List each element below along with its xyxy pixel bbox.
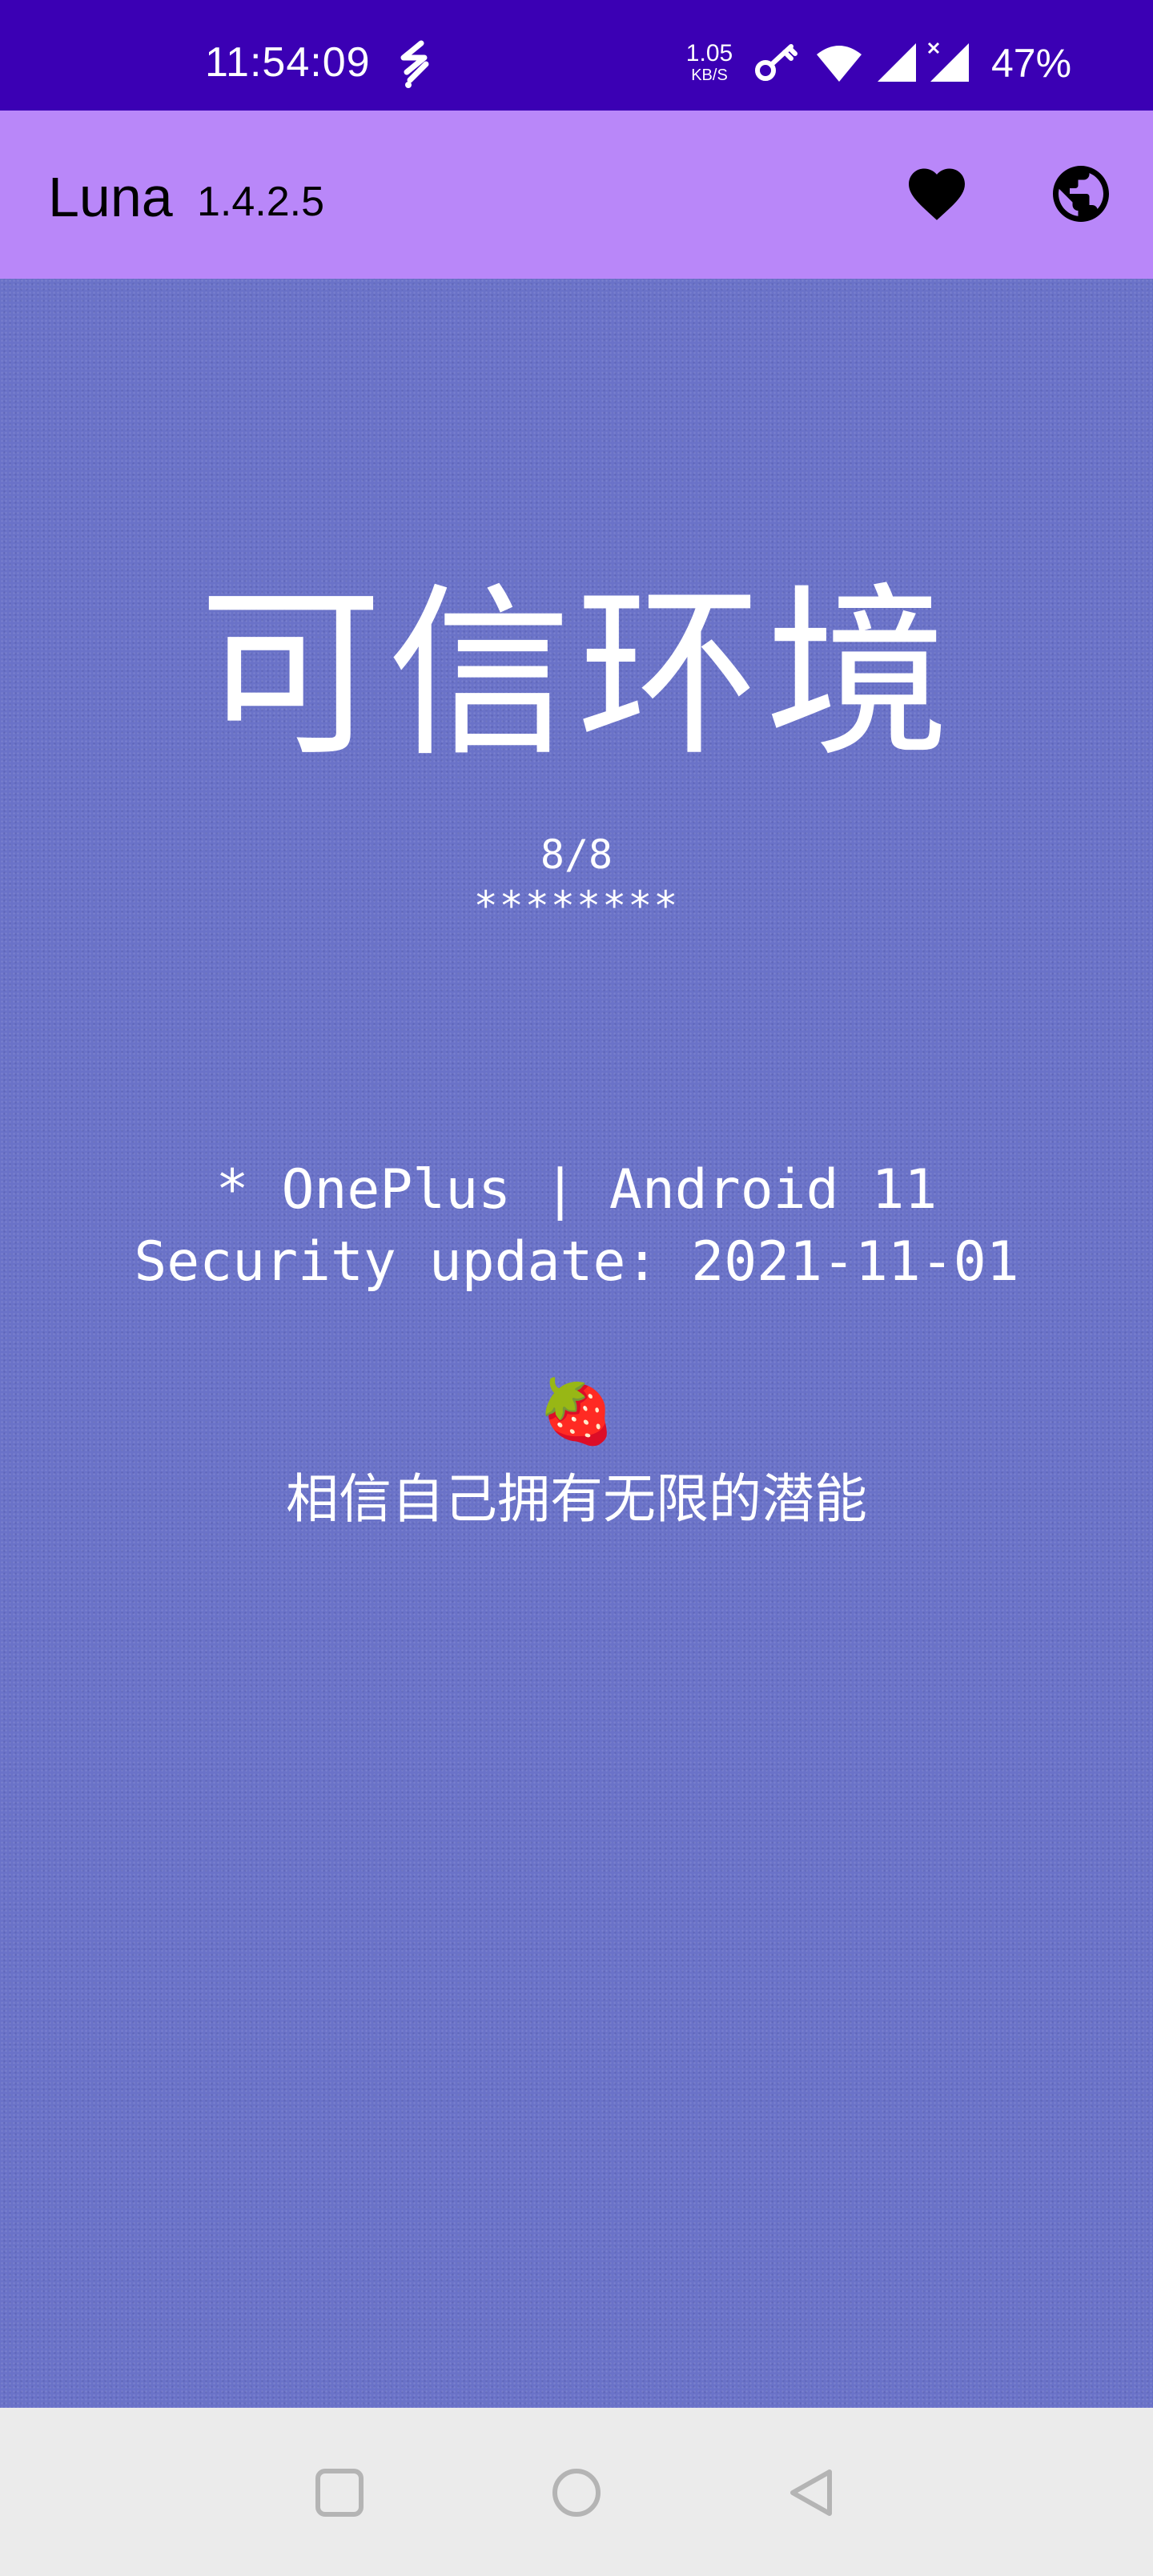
- key-icon: [755, 44, 797, 81]
- strawberry-icon: 🍓: [537, 1376, 616, 1448]
- signal-icon: [878, 43, 916, 82]
- back-icon: [790, 2469, 832, 2516]
- recent-apps-icon: [315, 2469, 364, 2517]
- favorite-button[interactable]: [903, 160, 970, 227]
- check-stars: ********: [473, 883, 680, 929]
- language-button[interactable]: [1047, 160, 1115, 227]
- wifi-icon: [817, 46, 862, 82]
- home-icon: [552, 2469, 601, 2517]
- network-speed-value: 1.05: [685, 40, 733, 66]
- app-title: Luna: [48, 166, 173, 228]
- heart-icon: [909, 168, 965, 220]
- check-score: 8/8: [540, 831, 613, 878]
- home-button[interactable]: [551, 2467, 602, 2518]
- security-update: Security update: 2021-11-01: [134, 1230, 1019, 1294]
- device-info: * OnePlus | Android 11: [215, 1158, 938, 1222]
- activity-icon: [400, 40, 429, 88]
- back-button[interactable]: [786, 2467, 838, 2518]
- motto-text: 相信自己拥有无限的潜能: [286, 1468, 867, 1530]
- network-speed-unit: KB/S: [691, 66, 728, 84]
- network-speed: 1.05 KB/S: [677, 40, 741, 84]
- environment-status-title: 可信环境: [198, 568, 954, 782]
- signal-x-icon: [927, 42, 969, 82]
- status-bar: 11:54:09 1.05 KB/S 47%: [0, 0, 1153, 111]
- app-version: 1.4.2.5: [197, 179, 325, 225]
- globe-icon: [1053, 166, 1109, 222]
- main-content: 可信环境 8/8 ******** * OnePlus | Android 11…: [0, 279, 1153, 2408]
- app-bar: [0, 111, 1153, 279]
- recent-apps-button[interactable]: [314, 2467, 365, 2518]
- battery-level: 47%: [991, 41, 1072, 86]
- navigation-bar: [0, 2408, 1153, 2576]
- status-time: 11:54:09: [205, 39, 371, 86]
